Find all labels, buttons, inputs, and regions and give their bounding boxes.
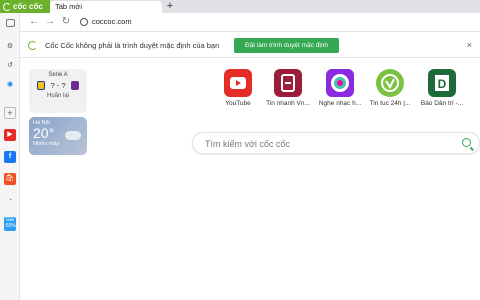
- weather-condition: Nhiều mây: [33, 141, 60, 147]
- facebook-icon[interactable]: f: [4, 151, 16, 163]
- speed-dial-label: Tin nhanh Vn...: [266, 100, 310, 107]
- default-browser-infobar: Cốc Cốc không phải là trình duyệt mặc đị…: [20, 33, 480, 58]
- add-sidebar-app-icon[interactable]: +: [4, 107, 16, 119]
- speed-dial-label: Tin tuc 24h |...: [369, 100, 411, 107]
- title-bar: cốc cốc Tab mới +: [0, 0, 480, 13]
- speed-dial-label: YouTube: [225, 100, 251, 107]
- speed-dial-tin-tuc-24h[interactable]: Tin tuc 24h |...: [364, 69, 416, 107]
- sidebar: ⚙ ↺ ◉ + ▶ f 🛍 ◔ Giá -50%: [0, 13, 20, 300]
- svg-text:D: D: [438, 77, 447, 91]
- close-icon[interactable]: ×: [467, 40, 472, 50]
- news-24h-icon: [376, 69, 404, 97]
- coccoc-logo-icon: [3, 3, 11, 11]
- youtube-icon: [224, 69, 252, 97]
- coccoc-logo-icon: [28, 41, 37, 50]
- tab-title: Tab mới: [55, 2, 83, 11]
- youtube-icon[interactable]: ▶: [4, 129, 16, 141]
- back-arrow-icon[interactable]: ←: [28, 16, 40, 28]
- speed-dial-dan-tri[interactable]: D Báo Dân trí -...: [416, 69, 468, 107]
- dan-tri-d-icon: D: [428, 69, 456, 97]
- speed-dial-tin-nhanh[interactable]: Tin nhanh Vn...: [262, 69, 314, 107]
- reload-icon[interactable]: ↻: [60, 16, 72, 28]
- speed-dial-youtube[interactable]: YouTube: [212, 69, 264, 107]
- music-disc-icon: [326, 69, 354, 97]
- brand-menu-button[interactable]: cốc cốc: [0, 0, 50, 13]
- new-tab-button[interactable]: +: [164, 0, 176, 13]
- search-input[interactable]: [205, 136, 445, 152]
- cloud-icon: [65, 131, 81, 140]
- league-name: Serie A: [48, 72, 68, 78]
- sport-widget[interactable]: Serie A ? - ? Hoãn lại: [29, 69, 87, 113]
- history-icon[interactable]: ↺: [4, 60, 16, 72]
- settings-icon[interactable]: ⚙: [4, 41, 16, 53]
- messenger-icon[interactable]: ◉: [4, 79, 16, 91]
- match-status: Hoãn lại: [46, 93, 69, 99]
- sidebar-panel-icon[interactable]: [6, 19, 15, 27]
- speed-dial-nghe-nhac[interactable]: Nghe nhạc h...: [314, 69, 366, 107]
- new-tab-page: Serie A ? - ? Hoãn lại Hà Nội 20° Nhiều …: [20, 59, 480, 300]
- shopping-icon[interactable]: 🛍: [4, 173, 16, 185]
- tab-new-tab[interactable]: Tab mới: [50, 1, 162, 13]
- speed-dial-label: Nghe nhạc h...: [318, 100, 362, 107]
- toolbar: ← → ↻ coccoc.com: [20, 13, 480, 32]
- home-team-logo-icon: [37, 81, 45, 90]
- speed-dial-label: Báo Dân trí -...: [420, 100, 464, 107]
- coccoc-green-icon[interactable]: ◔: [4, 195, 16, 207]
- search-icon[interactable]: [462, 138, 471, 147]
- brand-label: cốc cốc: [13, 2, 43, 11]
- set-default-browser-button[interactable]: Đặt làm trình duyệt mặc định: [234, 38, 339, 53]
- vnexpress-e-icon: [274, 69, 302, 97]
- infobar-message: Cốc Cốc không phải là trình duyệt mặc đị…: [45, 41, 220, 50]
- away-team-logo-icon: [71, 81, 79, 90]
- forward-arrow-icon[interactable]: →: [44, 16, 56, 28]
- url-text: coccoc.com: [92, 17, 132, 26]
- weather-widget[interactable]: Hà Nội 20° Nhiều mây: [29, 117, 87, 155]
- search-box[interactable]: [192, 132, 480, 154]
- site-info-icon[interactable]: [80, 18, 88, 26]
- discount-icon[interactable]: Giá -50%: [4, 217, 16, 231]
- address-bar[interactable]: coccoc.com: [78, 15, 478, 29]
